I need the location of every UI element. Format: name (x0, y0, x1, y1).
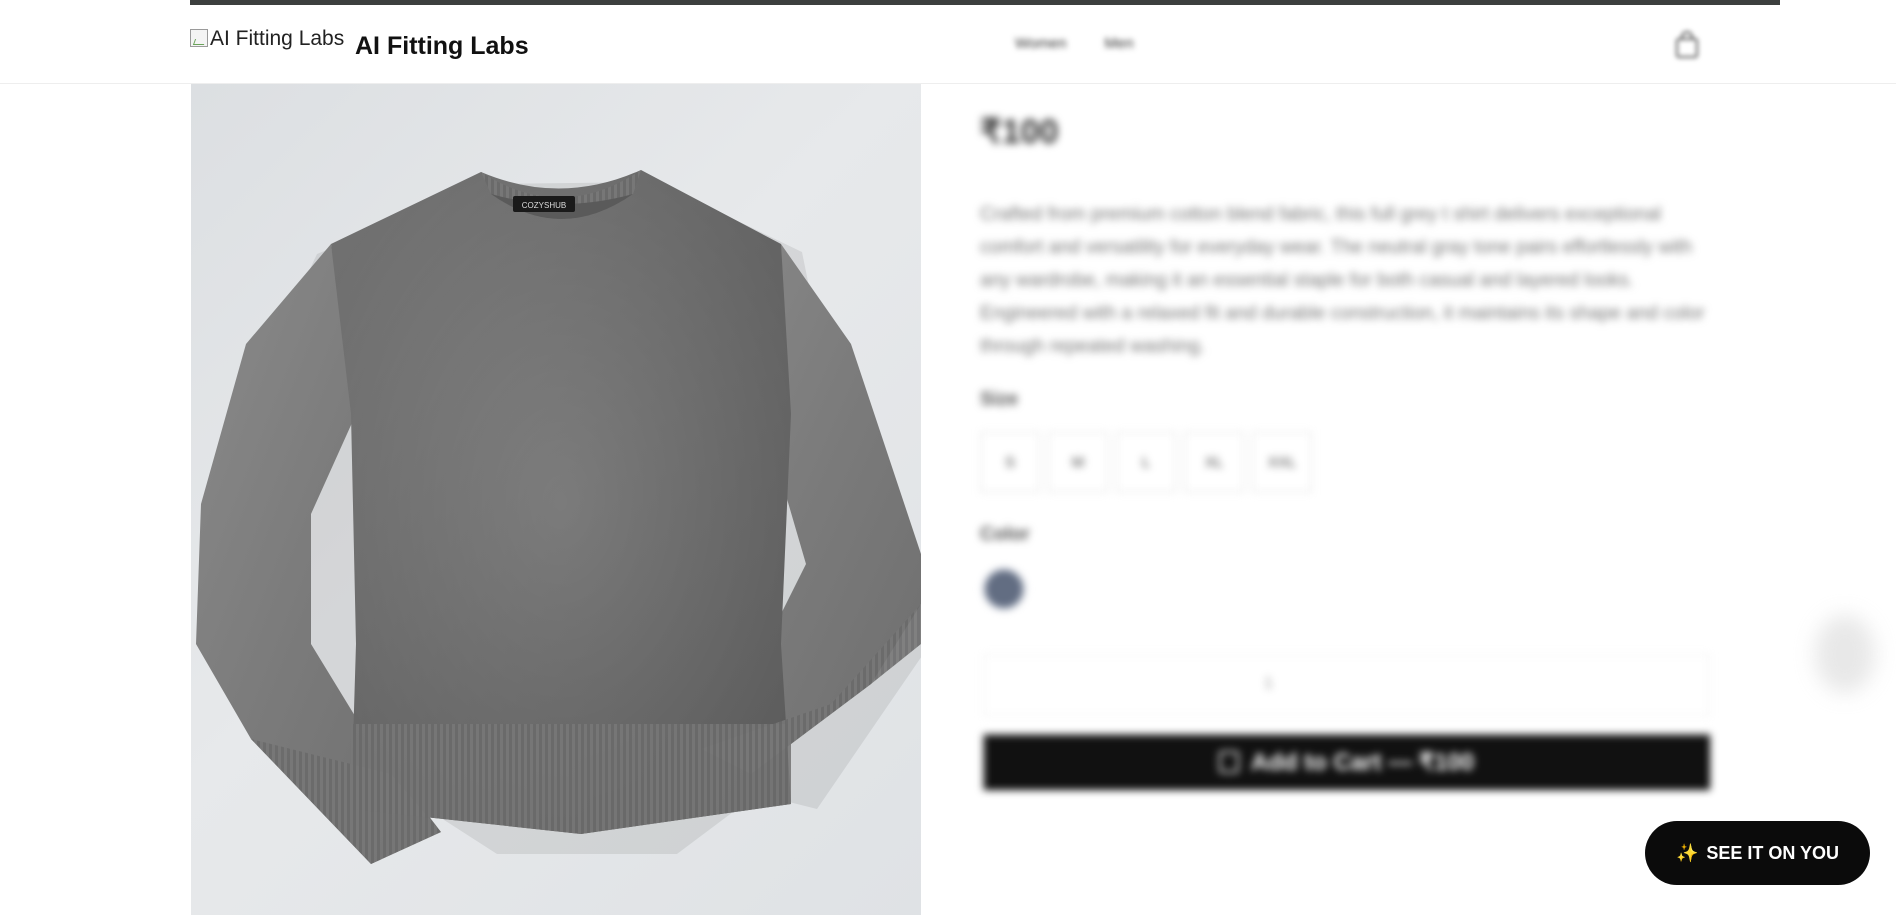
site-header: AI Fitting Labs AI Fitting Labs Women Me… (0, 5, 1896, 84)
add-to-cart-button[interactable]: Add to Cart — ₹100 (983, 734, 1710, 790)
color-swatch-slate[interactable] (982, 567, 1026, 611)
brand-tag-text: COZYSHUB (522, 201, 566, 210)
size-option-m[interactable]: M (1048, 432, 1108, 492)
broken-image-icon (190, 29, 208, 47)
color-label: Color (980, 524, 1030, 545)
side-floating-element (1815, 615, 1875, 693)
size-option-l[interactable]: L (1116, 432, 1176, 492)
size-option-s[interactable]: S (980, 432, 1040, 492)
brand-title[interactable]: AI Fitting Labs (355, 32, 529, 61)
product-image: COZYSHUB (191, 84, 921, 915)
quantity-value: 1 (1264, 675, 1273, 692)
size-option-xl[interactable]: XL (1184, 432, 1244, 492)
size-option-xxl[interactable]: XXL (1252, 432, 1312, 492)
size-label: Size (980, 389, 1019, 410)
main-nav: Women Men (1015, 35, 1134, 52)
sweater-illustration: COZYSHUB (196, 170, 921, 864)
sparkle-icon: ✨ (1675, 842, 1699, 863)
nav-item-men[interactable]: Men (1104, 35, 1133, 52)
product-description: Crafted from premium cotton blend fabric… (980, 204, 1705, 357)
quantity-stepper[interactable]: 1 (983, 654, 1710, 716)
product-price: ₹100 (980, 113, 1059, 151)
see-it-on-you-label: SEE IT ON YOU (1706, 842, 1840, 863)
logo-alt-text: AI Fitting Labs (210, 27, 345, 50)
see-it-on-you-button[interactable]: ✨ SEE IT ON YOU (1645, 821, 1870, 885)
shopping-bag-icon[interactable] (1674, 31, 1700, 59)
logo[interactable]: AI Fitting Labs (190, 27, 344, 57)
shopping-bag-icon (1218, 751, 1239, 773)
add-to-cart-label: Add to Cart — ₹100 (1250, 748, 1475, 776)
product-details: ₹100 Crafted from premium cotton blend f… (980, 84, 1710, 804)
nav-item-women[interactable]: Women (1015, 35, 1066, 52)
size-selector: S M L XL XXL (980, 432, 1312, 492)
